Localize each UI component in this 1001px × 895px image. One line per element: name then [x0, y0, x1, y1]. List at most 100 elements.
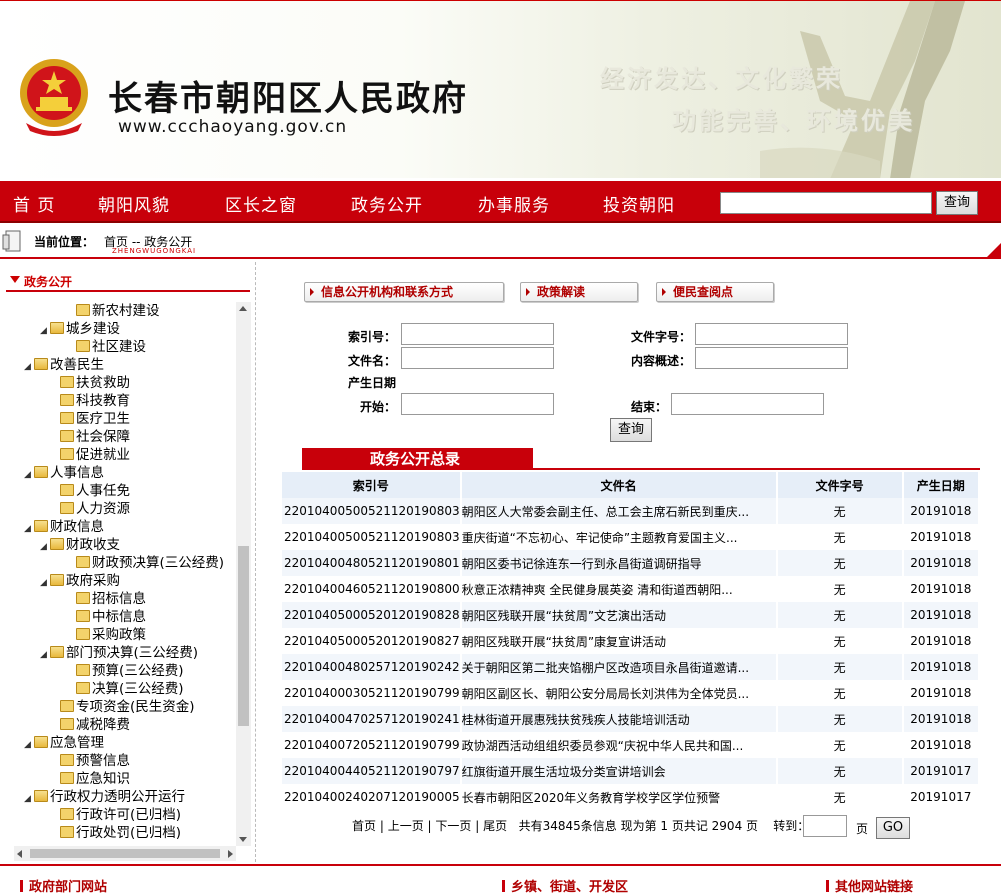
cell-filename[interactable]: 重庆街道“不忘初心、牢记使命”主题教育爱国主义...: [460, 524, 778, 550]
footer-link-towns[interactable]: 乡镇、街道、开发区: [502, 876, 628, 895]
tree-item[interactable]: 医疗卫生: [50, 410, 130, 428]
folder-icon: [60, 394, 74, 406]
cell-docno: 无: [776, 550, 904, 576]
scroll-right-icon[interactable]: [228, 850, 233, 858]
tab-reading-points[interactable]: 便民查阅点: [656, 282, 774, 302]
folder-icon: [50, 322, 64, 334]
tree-item[interactable]: 财政预决算(三公经费): [66, 554, 224, 572]
cell-filename[interactable]: 红旗街道开展生活垃圾分类宣讲培训会: [460, 758, 778, 784]
tree-item[interactable]: 人事任免: [50, 482, 130, 500]
cell-filename[interactable]: 桂林街道开展惠残扶贫残疾人技能培训活动: [460, 706, 778, 732]
expand-arrow-icon[interactable]: ◢: [24, 520, 34, 538]
index-input[interactable]: [401, 323, 554, 345]
scroll-left-icon[interactable]: [17, 850, 22, 858]
tree-item[interactable]: ◢ 人事信息: [24, 464, 104, 482]
scroll-up-icon[interactable]: [239, 306, 247, 311]
tree-item[interactable]: ◢ 部门预决算(三公经费): [40, 644, 198, 662]
cell-date: 20191018: [902, 732, 981, 758]
tree-horizontal-scrollbar[interactable]: [14, 846, 236, 861]
cell-filename[interactable]: 朝阳区副区长、朝阳公安分局局长刘洪伟为全体党员...: [460, 680, 778, 706]
cell-filename[interactable]: 朝阳区委书记徐连东一行到永昌街道调研指导: [460, 550, 778, 576]
tree-item[interactable]: ◢ 财政收支: [40, 536, 120, 554]
tree-item[interactable]: ◢ 应急管理: [24, 734, 104, 752]
tree-item-label: 行政许可(已归档): [76, 807, 182, 823]
cell-filename[interactable]: 秋意正浓精神爽 全民健身展英姿 清和街道西朝阳...: [460, 576, 778, 602]
tree-item[interactable]: 社区建设: [66, 338, 146, 356]
tree-item[interactable]: 中标信息: [66, 608, 146, 626]
folder-icon: [76, 628, 90, 640]
site-search-input[interactable]: [720, 192, 932, 214]
category-tree: 新农村建设 ◢ 城乡建设 社区建设 ◢ 改善民生 扶贫救助 科技教育 医疗卫生 社会保障 促进就业 ◢…: [14, 302, 236, 846]
tab-policy-interpretation[interactable]: 政策解读: [520, 282, 638, 302]
expand-arrow-icon[interactable]: ◢: [24, 790, 34, 808]
tab-label: 便民查阅点: [673, 285, 734, 299]
tree-item[interactable]: 行政处罚(已归档): [50, 824, 181, 842]
expand-arrow-icon[interactable]: ◢: [40, 646, 50, 664]
end-date-input[interactable]: [671, 393, 824, 415]
tree-item[interactable]: 社会保障: [50, 428, 130, 446]
table-row: 22010400440521120190797 红旗街道开展生活垃圾分类宣讲培训会…: [282, 758, 981, 784]
pager-prev[interactable]: 上一页: [388, 819, 424, 833]
tree-item[interactable]: 促进就业: [50, 446, 130, 464]
tree-item[interactable]: ◢ 财政信息: [24, 518, 104, 536]
table-row: 22010400480521120190801 朝阳区委书记徐连东一行到永昌街道调…: [282, 550, 981, 576]
tree-vertical-scrollbar[interactable]: [236, 302, 251, 846]
cell-filename[interactable]: 朝阳区残联开展“扶贫周”文艺演出活动: [460, 602, 778, 628]
site-search-button[interactable]: 查询: [936, 191, 978, 215]
pager-first[interactable]: 首页: [352, 819, 376, 833]
tree-item[interactable]: ◢ 改善民生: [24, 356, 104, 374]
pager-last[interactable]: 尾页: [483, 819, 507, 833]
pager-next[interactable]: 下一页: [435, 819, 471, 833]
docno-input[interactable]: [695, 323, 848, 345]
cell-filename[interactable]: 关于朝阳区第二批夹馅棚户区改造项目永昌街道邀请...: [460, 654, 778, 680]
tree-item[interactable]: 招标信息: [66, 590, 146, 608]
scroll-thumb[interactable]: [238, 546, 249, 726]
nav-home[interactable]: 首 页: [13, 191, 55, 216]
expand-arrow-icon[interactable]: ◢: [40, 574, 50, 592]
expand-arrow-icon[interactable]: ◢: [24, 466, 34, 484]
tree-item[interactable]: 采购政策: [66, 626, 146, 644]
tree-item[interactable]: 人力资源: [50, 500, 130, 518]
cell-filename[interactable]: 朝阳区残联开展“扶贫周”康复宣讲活动: [460, 628, 778, 654]
tree-item[interactable]: 应急知识: [50, 770, 130, 788]
scroll-down-icon[interactable]: [239, 837, 247, 842]
nav-gov-affairs[interactable]: 政务公开: [351, 191, 423, 216]
cell-filename[interactable]: 政协湖西活动组组织委员参观“庆祝中华人民共和国...: [460, 732, 778, 758]
folder-icon: [34, 736, 48, 748]
tree-item[interactable]: ◢ 政府采购: [40, 572, 120, 590]
goto-page-input[interactable]: [803, 815, 847, 837]
folder-icon: [76, 682, 90, 694]
filename-input[interactable]: [401, 347, 554, 369]
cell-filename[interactable]: 朝阳区人大常委会副主任、总工会主席石新民到重庆...: [460, 498, 778, 524]
nav-services[interactable]: 办事服务: [478, 191, 550, 216]
summary-input[interactable]: [695, 347, 848, 369]
query-button[interactable]: 查询: [610, 418, 652, 442]
tree-item[interactable]: 扶贫救助: [50, 374, 130, 392]
nav-invest[interactable]: 投资朝阳: [603, 191, 675, 216]
tree-item[interactable]: 专项资金(民生资金): [50, 698, 195, 716]
tree-item[interactable]: 预警信息: [50, 752, 130, 770]
tree-item[interactable]: ◢ 城乡建设: [40, 320, 120, 338]
tree-item[interactable]: 减税降费: [50, 716, 130, 734]
nav-mayor-window[interactable]: 区长之窗: [225, 191, 297, 216]
cell-date: 20191018: [902, 628, 981, 654]
scroll-thumb-horizontal[interactable]: [30, 849, 220, 858]
tree-item[interactable]: 科技教育: [50, 392, 130, 410]
expand-arrow-icon[interactable]: ◢: [24, 358, 34, 376]
expand-arrow-icon[interactable]: ◢: [40, 538, 50, 556]
go-button[interactable]: GO: [876, 817, 910, 839]
expand-arrow-icon[interactable]: ◢: [40, 322, 50, 340]
tab-info-agency[interactable]: 信息公开机构和联系方式: [304, 282, 504, 302]
start-date-input[interactable]: [401, 393, 554, 415]
nav-chaoyang-view[interactable]: 朝阳风貌: [98, 191, 170, 216]
tree-item[interactable]: 行政许可(已归档): [50, 806, 181, 824]
tree-item[interactable]: 新农村建设: [66, 302, 160, 320]
breadcrumb: 当前位置： 首页 -- 政务公开 ZHENGWUGONGKAI: [0, 225, 1001, 259]
tree-item[interactable]: 预算(三公经费): [66, 662, 184, 680]
cell-filename[interactable]: 长春市朝阳区2020年义务教育学校学区学位预警: [460, 784, 778, 810]
footer-link-departments[interactable]: 政府部门网站: [20, 876, 107, 895]
tree-item[interactable]: ◢ 行政权力透明公开运行: [24, 788, 185, 806]
tree-item[interactable]: 决算(三公经费): [66, 680, 184, 698]
footer-link-others[interactable]: 其他网站链接: [826, 876, 913, 895]
expand-arrow-icon[interactable]: ◢: [24, 736, 34, 754]
